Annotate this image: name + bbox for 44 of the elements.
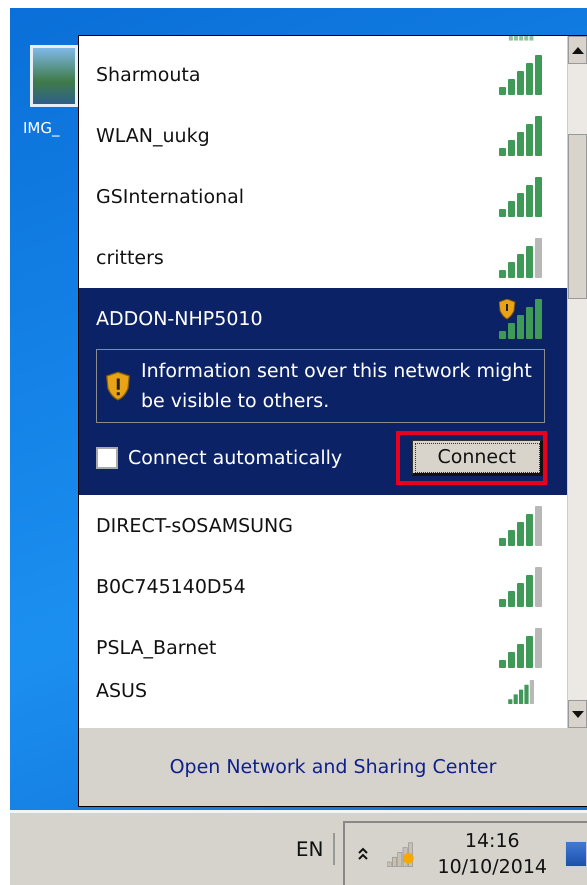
network-name: DIRECT-sOSAMSUNG (96, 514, 293, 536)
scrollbar[interactable] (567, 36, 587, 728)
network-item[interactable]: B0C745140D54 (79, 556, 567, 617)
desktop-icon-label: IMG_ (23, 119, 60, 137)
network-item[interactable]: DIRECT-sOSAMSUNG (79, 495, 567, 556)
network-item[interactable]: GSInternational (79, 166, 567, 227)
network-name: ADDON-NHP5010 (96, 308, 263, 330)
signal-icon (499, 628, 545, 668)
warning-text: Information sent over this network might be visible to others. (141, 359, 533, 414)
signal-icon (499, 566, 545, 606)
clock-time: 14:16 (464, 830, 520, 852)
show-desktop-icon[interactable] (565, 841, 587, 867)
signal-icon (499, 506, 545, 546)
network-item[interactable]: Sharmouta (79, 44, 567, 105)
signal-icon (499, 54, 545, 94)
clock[interactable]: 14:16 10/10/2014 (437, 830, 547, 878)
network-name: PSLA_Barnet (96, 636, 216, 658)
shield-signal-icon (499, 298, 545, 338)
scroll-down-icon[interactable] (568, 700, 587, 728)
shield-warning-icon (105, 371, 131, 401)
network-name: critters (96, 246, 164, 268)
network-item[interactable]: critters (79, 227, 567, 288)
checkbox[interactable] (96, 447, 118, 469)
network-name: GSInternational (96, 186, 244, 208)
chevron-up-icon[interactable] (357, 846, 370, 862)
network-item[interactable]: WLAN_uukg (79, 105, 567, 166)
signal-icon (499, 116, 545, 156)
network-center-link[interactable]: Open Network and Sharing Center (170, 756, 496, 778)
network-name: WLAN_uukg (96, 124, 210, 146)
network-name: Sharmouta (96, 64, 200, 86)
scroll-up-icon[interactable] (568, 36, 587, 64)
scroll-thumb[interactable] (568, 134, 587, 299)
clock-date: 10/10/2014 (437, 856, 547, 878)
network-name: ASUS (96, 680, 148, 702)
connect-button[interactable]: Connect (412, 440, 543, 476)
photo-placeholder[interactable] (30, 45, 78, 107)
network-name: B0C745140D54 (96, 576, 246, 598)
language-indicator[interactable]: EN (296, 833, 336, 865)
network-item[interactable]: ADDON-NHP5010 Information sent over this network might be visible to others. Connect automatically Connect (79, 288, 567, 495)
checkbox-label: Connect automatically (128, 447, 342, 469)
network-item[interactable]: ASUS (79, 678, 567, 706)
network-item[interactable]: PSLA_Barnet (79, 617, 567, 678)
signal-icon (499, 176, 545, 216)
signal-icon (499, 238, 545, 278)
